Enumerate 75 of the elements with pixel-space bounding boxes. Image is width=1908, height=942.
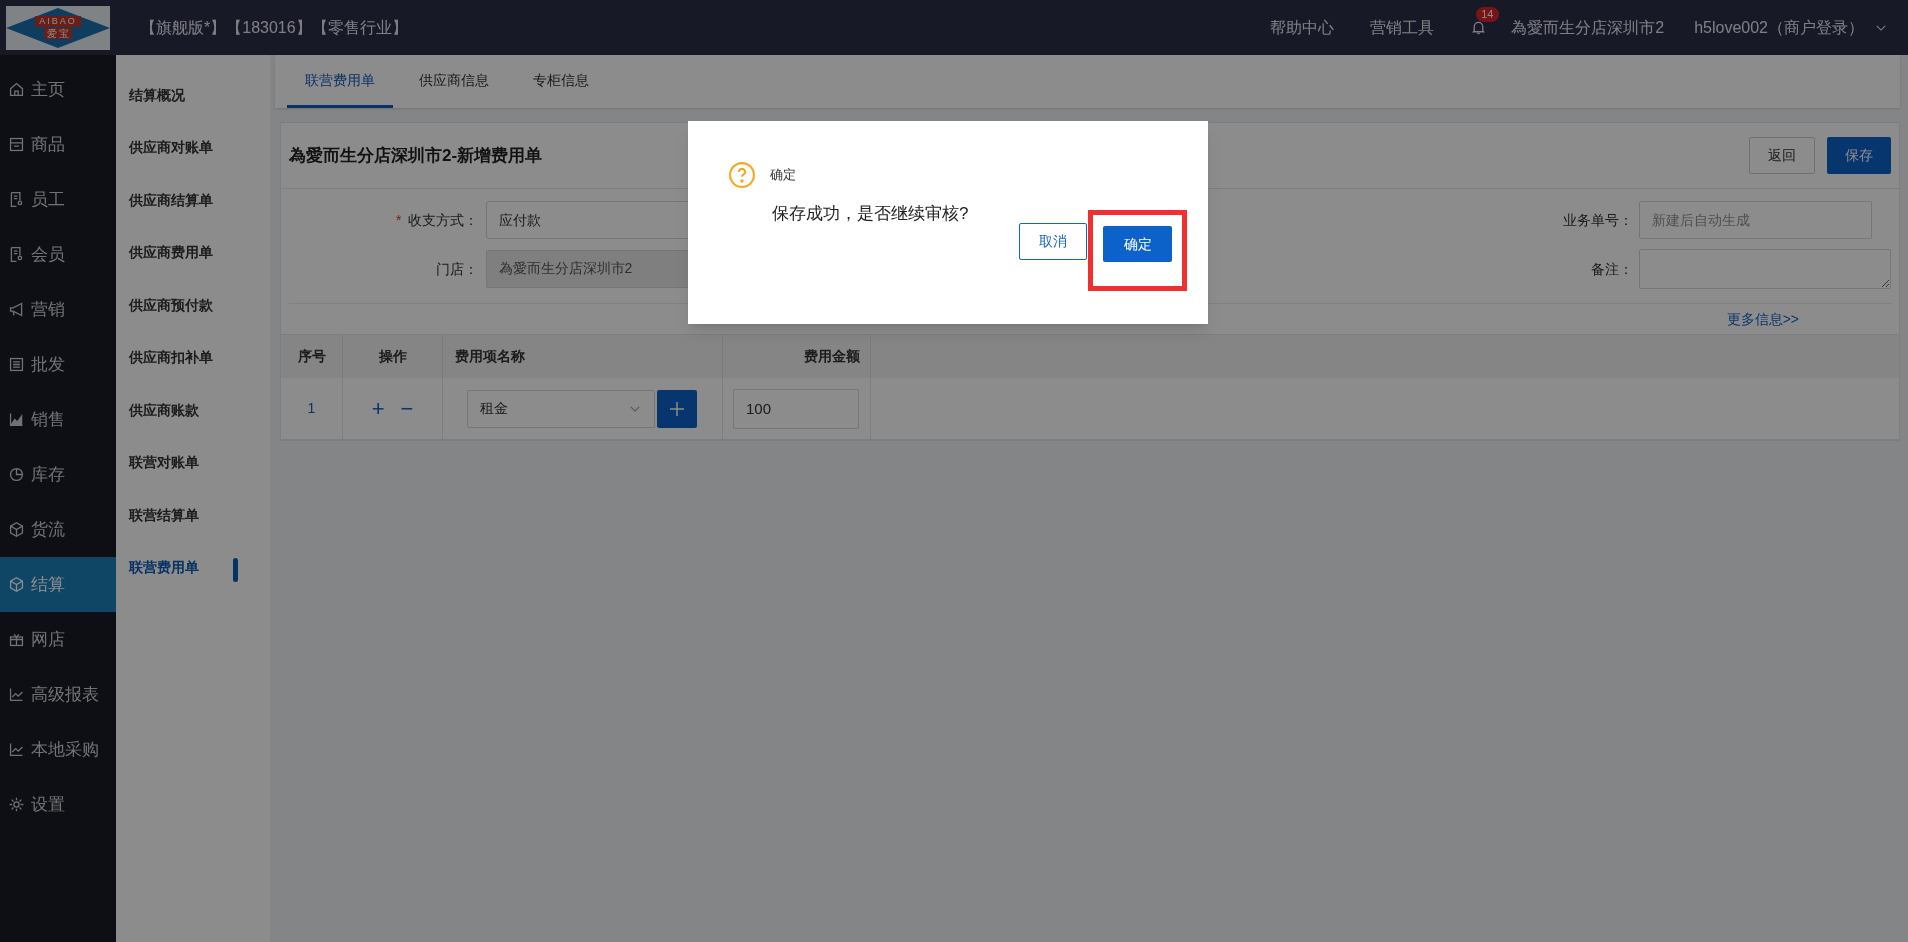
input-field[interactable]: 新建后自动生成 [1639,201,1872,239]
submenu-item[interactable]: 联营结算单 [116,504,199,526]
line-chart-icon [8,741,25,758]
field-label: * 收支方式： [396,209,478,231]
row-number: 1 [307,399,316,418]
sidebar-item[interactable]: 会员 [0,227,116,282]
confirm-button[interactable]: 确定 [1103,226,1172,262]
form-title: 為愛而生分店深圳市2-新增费用单 [289,144,543,167]
list-icon [8,356,25,373]
pie-chart-icon [8,466,25,483]
storefront-icon [8,136,25,153]
sidebar-item[interactable]: 本地采购 [0,722,116,777]
active-indicator [233,557,238,582]
document-person-icon [8,246,25,263]
sidebar-item[interactable]: 营销 [0,282,116,337]
document-person-icon [8,191,25,208]
home-icon [8,81,25,98]
submenu-item[interactable]: 联营对账单 [116,452,199,474]
settings-icon [8,796,25,813]
submenu-item[interactable]: 供应商结算单 [116,189,213,211]
sidebar-item[interactable]: 批发 [0,337,116,392]
notification-badge: 14 [1476,7,1499,22]
header-link[interactable]: 帮助中心 [1270,15,1335,40]
submenu-item[interactable]: 联营费用单 [116,557,199,579]
submenu-item[interactable]: 结算概况 [116,84,185,106]
sidebar-item[interactable]: 高级报表 [0,667,116,722]
tab[interactable]: 联营费用单 [287,55,393,108]
tab[interactable]: 供应商信息 [401,55,507,108]
column-header: 费用项名称 [443,335,723,378]
sidebar-item[interactable]: 员工 [0,172,116,227]
sidebar-item[interactable]: 库存 [0,447,116,502]
sidebar-item[interactable]: 销售 [0,392,116,447]
gift-icon [8,631,25,648]
add-row-button[interactable]: + [371,397,385,420]
select-field[interactable]: 租金 [467,389,655,428]
megaphone-icon [8,301,25,318]
remark-field[interactable] [1639,249,1891,289]
field-label: 业务单号： [1562,210,1633,230]
submenu-item[interactable]: 供应商费用单 [116,242,213,264]
cube-icon [8,521,25,538]
field-label: 备注： [1590,259,1633,279]
dialog-message: 保存成功，是否继续审核? [771,203,970,225]
amount-field[interactable]: 100 [733,388,859,429]
sidebar-item[interactable]: 结算 [0,557,116,612]
sidebar-item[interactable]: 货流 [0,502,116,557]
question-icon [728,161,756,189]
more-info-link[interactable]: 更多信息>> [1726,308,1799,330]
column-header: 序号 [281,335,343,378]
line-chart-icon [8,686,25,703]
submenu-item[interactable]: 供应商对账单 [116,137,213,159]
sidebar-item[interactable]: 主页 [0,62,116,117]
submenu-item[interactable]: 供应商预付款 [116,294,213,316]
back-button[interactable]: 返回 [1749,137,1815,174]
column-header: 操作 [343,335,443,378]
dialog-title: 确定 [770,166,796,185]
column-header: 费用金额 [723,335,871,378]
header-link[interactable]: 营销工具 [1370,15,1435,40]
sidebar-item[interactable]: 网店 [0,612,116,667]
cancel-button[interactable]: 取消 [1019,222,1087,260]
user-menu[interactable]: h5love002（商户登录） [1694,15,1888,40]
cube-icon [8,576,25,593]
submenu-item[interactable]: 供应商扣补单 [116,347,213,369]
edition-label: 【旗舰版*】【183016】【零售行业】 [140,17,408,38]
submenu-item[interactable]: 供应商账款 [116,399,199,421]
remove-row-button[interactable]: − [400,397,414,420]
sidebar-item[interactable]: 商品 [0,117,116,172]
tab[interactable]: 专柜信息 [515,55,607,108]
logo: AIBAO 爱 宝 [6,5,110,50]
save-button[interactable]: 保存 [1827,137,1891,174]
field-label: 门店： [435,259,478,279]
add-item-button[interactable] [657,389,697,428]
area-chart-icon [8,411,25,428]
required-mark: * [396,210,402,230]
sidebar-item[interactable]: 设置 [0,777,116,832]
store-name: 為愛而生分店深圳市2 [1511,17,1665,38]
